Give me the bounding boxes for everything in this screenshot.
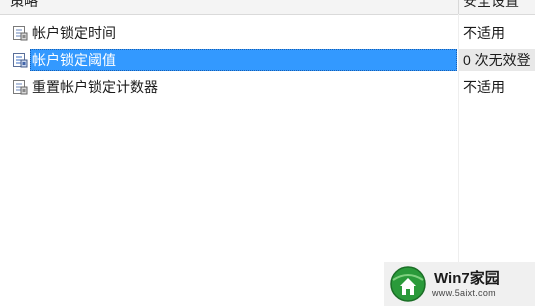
policy-value: 0 次无效登 [463, 52, 531, 68]
column-divider[interactable] [458, 0, 459, 14]
watermark-title: Win7家园 [434, 270, 500, 287]
policy-row-lockout-duration[interactable]: 帐户锁定时间 不适用 [0, 22, 535, 44]
policy-name: 帐户锁定时间 [32, 25, 116, 41]
watermark-logo: Win7家园 www.5aixt.com [384, 262, 535, 306]
policy-name: 重置帐户锁定计数器 [32, 79, 158, 95]
policy-value: 不适用 [463, 25, 505, 41]
column-header-security-setting[interactable]: 安全设置 [463, 0, 519, 11]
policy-name: 帐户锁定阈值 [32, 52, 116, 68]
policy-icon [13, 80, 28, 95]
policy-icon [13, 26, 28, 41]
policy-row-lockout-threshold[interactable]: 帐户锁定阈值 0 次无效登 [0, 49, 535, 71]
policy-row-reset-lockout-counter[interactable]: 重置帐户锁定计数器 不适用 [0, 76, 535, 98]
watermark-url: www.5aixt.com [432, 288, 496, 298]
column-header-policy[interactable]: 策略 [10, 0, 38, 11]
policy-icon [13, 53, 28, 68]
list-column-header: 策略 安全设置 [0, 0, 535, 15]
policy-value: 不适用 [463, 79, 505, 95]
globe-house-icon [390, 266, 426, 302]
